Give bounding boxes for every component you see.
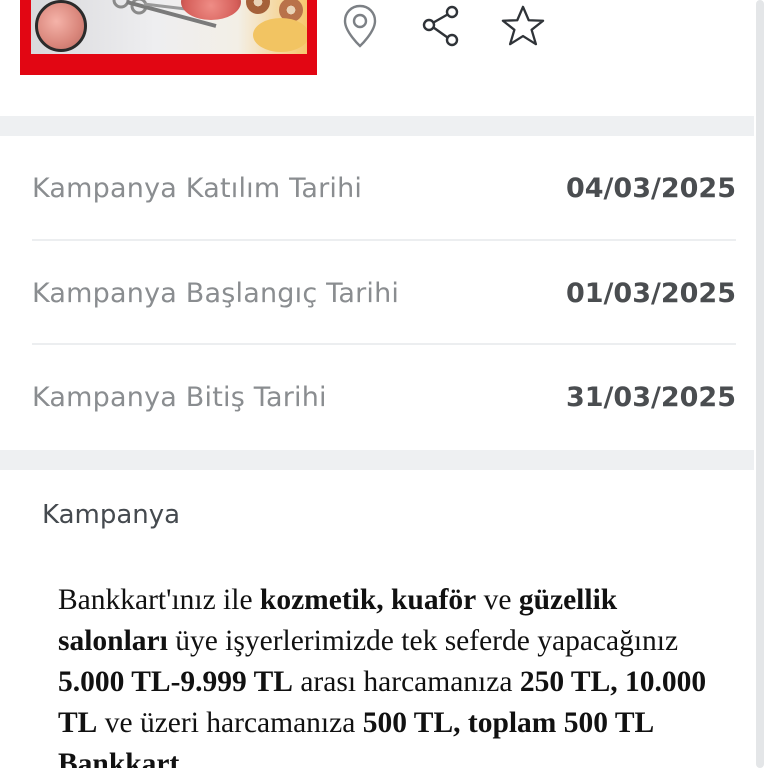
- star-icon[interactable]: [501, 4, 545, 48]
- campaign-header: [0, 0, 768, 116]
- date-row-end: Kampanya Bitiş Tarihi 31/03/2025: [32, 345, 736, 449]
- makeup-compact-graphic: [35, 0, 87, 52]
- date-row-start: Kampanya Başlangıç Tarihi 01/03/2025: [32, 241, 736, 345]
- participation-date-value: 04/03/2025: [565, 172, 736, 204]
- campaign-banner: [20, 0, 317, 75]
- cream-graphic: [253, 18, 307, 52]
- date-row-participation: Kampanya Katılım Tarihi 04/03/2025: [32, 136, 736, 240]
- campaign-description: Bankkart'ınız ile kozmetik, kuaför ve gü…: [58, 580, 718, 768]
- start-date-label: Kampanya Başlangıç Tarihi: [32, 277, 400, 309]
- map-pin-icon[interactable]: [338, 4, 382, 48]
- description-text: ve üzeri harcamanıza: [97, 707, 363, 739]
- description-text: ve: [476, 584, 519, 616]
- description-text: arası harcamanıza: [292, 666, 520, 698]
- banner-image: [31, 0, 307, 54]
- end-date-value: 31/03/2025: [565, 381, 736, 413]
- cookie-graphic: [246, 0, 270, 14]
- end-date-label: Kampanya Bitiş Tarihi: [32, 381, 327, 413]
- description-text: Bankkart'ınız ile: [58, 584, 260, 616]
- section-divider: [0, 116, 768, 136]
- start-date-value: 01/03/2025: [565, 277, 736, 309]
- campaign-detail-page: Kampanya Katılım Tarihi 04/03/2025 Kampa…: [0, 0, 768, 768]
- campaign-section-title: Kampanya: [42, 500, 181, 530]
- description-text: üye işyerlerimizde tek seferde yapacağın…: [167, 625, 679, 657]
- description-bold: kozmetik, kuaför: [259, 584, 477, 616]
- scrollbar-thumb[interactable]: [756, 0, 764, 768]
- section-divider: [0, 450, 768, 470]
- description-bold: 5.000 TL-9.999 TL: [58, 666, 293, 698]
- share-icon[interactable]: [420, 4, 464, 48]
- participation-date-label: Kampanya Katılım Tarihi: [32, 172, 363, 204]
